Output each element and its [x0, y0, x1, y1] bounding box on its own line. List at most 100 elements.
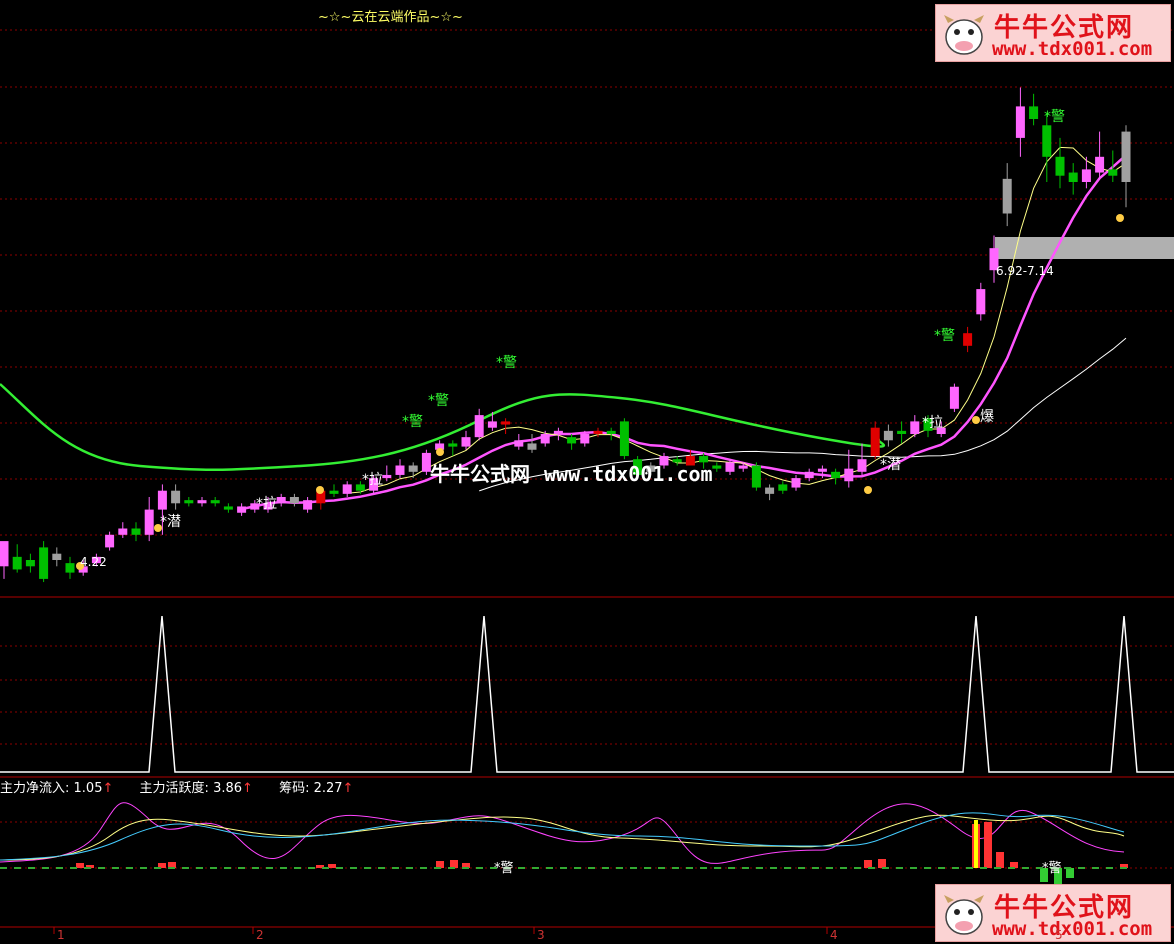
chips-value: 2.27: [313, 781, 343, 796]
price-label-low: 4.22: [80, 555, 107, 569]
candle-body: [804, 471, 814, 479]
candle-body: [1015, 106, 1025, 138]
candle-body: [857, 459, 867, 472]
signal-spike-panel: [0, 615, 1174, 773]
signal-label: *拉: [362, 472, 383, 488]
resistance-zone: [995, 237, 1174, 259]
net-inflow-label: 主力净流入:: [0, 781, 70, 796]
cow-logo-icon: [944, 15, 984, 55]
candle-body: [963, 333, 973, 346]
hand-icon: [864, 486, 872, 494]
candle-body: [527, 443, 537, 450]
signal-label: *警: [1044, 109, 1065, 125]
candle-body: [831, 471, 841, 479]
candle-body: [897, 430, 907, 434]
signal-label: *潜: [880, 457, 901, 473]
net-inflow-value: 1.05: [73, 781, 103, 796]
up-arrow-icon: ↑: [242, 781, 253, 796]
volume-bar: [878, 859, 886, 868]
hand-icon: [316, 486, 324, 494]
candle-body: [580, 434, 590, 444]
candle-body: [408, 465, 418, 472]
price-label-zone: 6.92-7.14: [996, 264, 1054, 278]
candle-body: [1029, 106, 1039, 119]
volume-bar: [76, 863, 84, 868]
candle-body: [1055, 156, 1065, 176]
candle-body: [184, 500, 194, 504]
candle-body: [751, 465, 761, 488]
volume-bar: [450, 860, 458, 868]
candle-body: [289, 497, 299, 504]
spike-line: [0, 615, 1174, 773]
chips-label: 筹码:: [279, 781, 310, 796]
candle-body: [223, 506, 233, 510]
candle-body: [976, 289, 986, 315]
candle-body: [474, 415, 484, 438]
candle-body: [844, 468, 854, 482]
moving-average-lines: [0, 146, 1127, 511]
signal-label: *警: [496, 355, 517, 371]
candle-body: [765, 487, 775, 494]
activity-value: 3.86: [213, 781, 243, 796]
candlestick-series: [0, 87, 1131, 583]
candle-body: [329, 490, 339, 494]
up-arrow-icon: ↑: [342, 781, 354, 796]
candle-body: [1121, 131, 1131, 182]
candle-body: [725, 462, 735, 472]
candle-body: [1108, 169, 1118, 176]
candle-body: [817, 468, 827, 472]
candle-body: [778, 484, 788, 491]
site-banner-bottom: 牛牛公式网 www.tdx001.com: [935, 884, 1171, 942]
chart-title: ~☆~云在云端作品~☆~: [318, 10, 463, 25]
up-arrow-icon: ↑: [102, 781, 114, 796]
candle-body: [791, 478, 801, 488]
candle-body: [1002, 178, 1012, 214]
candle-body: [382, 474, 392, 479]
candle-body: [712, 465, 722, 469]
candle-body: [171, 490, 181, 504]
hand-icon: [972, 416, 980, 424]
cow-logo-icon: [944, 895, 984, 935]
signal-label: *警: [494, 860, 514, 876]
candle-body: [144, 509, 154, 535]
candle-body: [501, 421, 511, 425]
site-banner-top: 牛牛公式网 www.tdx001.com: [935, 4, 1171, 62]
candle-body: [237, 506, 247, 513]
candle-body: [448, 443, 458, 447]
activity-label: 主力活跃度:: [139, 781, 209, 796]
hand-icon: [1116, 214, 1124, 222]
indicator-readout: 主力净流入: 1.05↑ 主力活跃度: 3.86↑ 筹码: 2.27↑: [0, 777, 353, 796]
candle-body: [487, 421, 497, 428]
candle-body: [870, 427, 880, 457]
signal-label: *警: [428, 393, 449, 409]
candle-body: [738, 465, 748, 469]
volume-bar: [984, 822, 992, 868]
x-tick-label: 2: [256, 928, 264, 942]
candle-body: [949, 386, 959, 409]
candle-body: [303, 500, 313, 510]
signal-label: *警: [1042, 860, 1062, 876]
candle-body: [395, 465, 405, 475]
candle-body: [540, 434, 550, 444]
x-tick-label: 1: [57, 928, 65, 942]
volume-bar: [996, 852, 1004, 868]
oscillator-panel: *警 *警: [0, 802, 1128, 884]
volume-bar: [1066, 868, 1074, 878]
candle-body: [276, 497, 286, 504]
candle-body: [210, 500, 220, 504]
signal-label: *警: [402, 414, 423, 430]
signal-label: *拉: [922, 415, 943, 431]
candle-body: [131, 528, 141, 535]
candle-body: [1095, 156, 1105, 173]
candle-body: [52, 553, 62, 560]
watermark: 牛牛公式网 www.tdx001.com: [430, 462, 713, 486]
candle-body: [606, 430, 616, 434]
signal-label: *拉: [256, 496, 277, 512]
volume-bar: [864, 860, 872, 868]
hand-icon: [154, 524, 162, 532]
candle-body: [910, 421, 920, 434]
volume-bar: [436, 861, 444, 868]
candle-body: [619, 421, 629, 457]
x-tick-label: 5: [1055, 928, 1063, 942]
candle-body: [39, 547, 49, 579]
